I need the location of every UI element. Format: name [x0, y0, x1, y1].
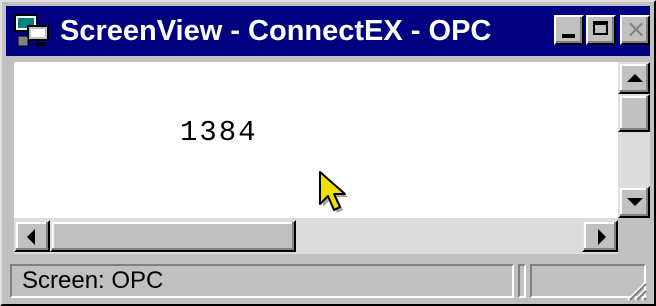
app-icon[interactable]	[14, 14, 50, 48]
mouse-pointer-icon	[319, 171, 348, 213]
screenview-window: ScreenView - ConnectEX - OPC × 1384 Scre…	[0, 0, 656, 306]
window-title: ScreenView - ConnectEX - OPC	[60, 15, 492, 47]
status-bar: Screen: OPC	[6, 260, 650, 302]
minimize-button[interactable]	[554, 15, 584, 45]
resize-grip-icon[interactable]	[624, 278, 648, 302]
screen-view-area[interactable]: 1384	[14, 62, 618, 218]
status-pane-divider	[518, 264, 526, 298]
horizontal-scroll-thumb[interactable]	[50, 220, 296, 252]
scroll-up-button[interactable]	[618, 62, 650, 94]
horizontal-scrollbar[interactable]	[14, 218, 618, 254]
value-display: 1384	[180, 116, 258, 149]
arrow-down-icon	[627, 198, 643, 206]
title-bar[interactable]: ScreenView - ConnectEX - OPC ×	[6, 6, 650, 56]
vertical-scroll-thumb[interactable]	[618, 94, 650, 132]
arrow-right-icon	[598, 229, 606, 245]
scroll-down-button[interactable]	[618, 186, 650, 218]
status-pane-main: Screen: OPC	[10, 264, 514, 298]
maximize-icon	[593, 21, 608, 35]
scrollbar-corner	[618, 218, 650, 254]
maximize-button[interactable]	[586, 15, 616, 45]
arrow-up-icon	[627, 74, 643, 82]
vertical-scrollbar[interactable]	[618, 62, 650, 218]
client-area: 1384	[6, 58, 650, 258]
close-button[interactable]: ×	[620, 15, 650, 45]
status-text: Screen: OPC	[22, 267, 164, 294]
minimize-icon	[562, 34, 575, 38]
close-icon: ×	[625, 15, 647, 43]
scroll-left-button[interactable]	[14, 220, 50, 252]
scroll-right-button[interactable]	[582, 220, 618, 252]
arrow-left-icon	[27, 229, 35, 245]
